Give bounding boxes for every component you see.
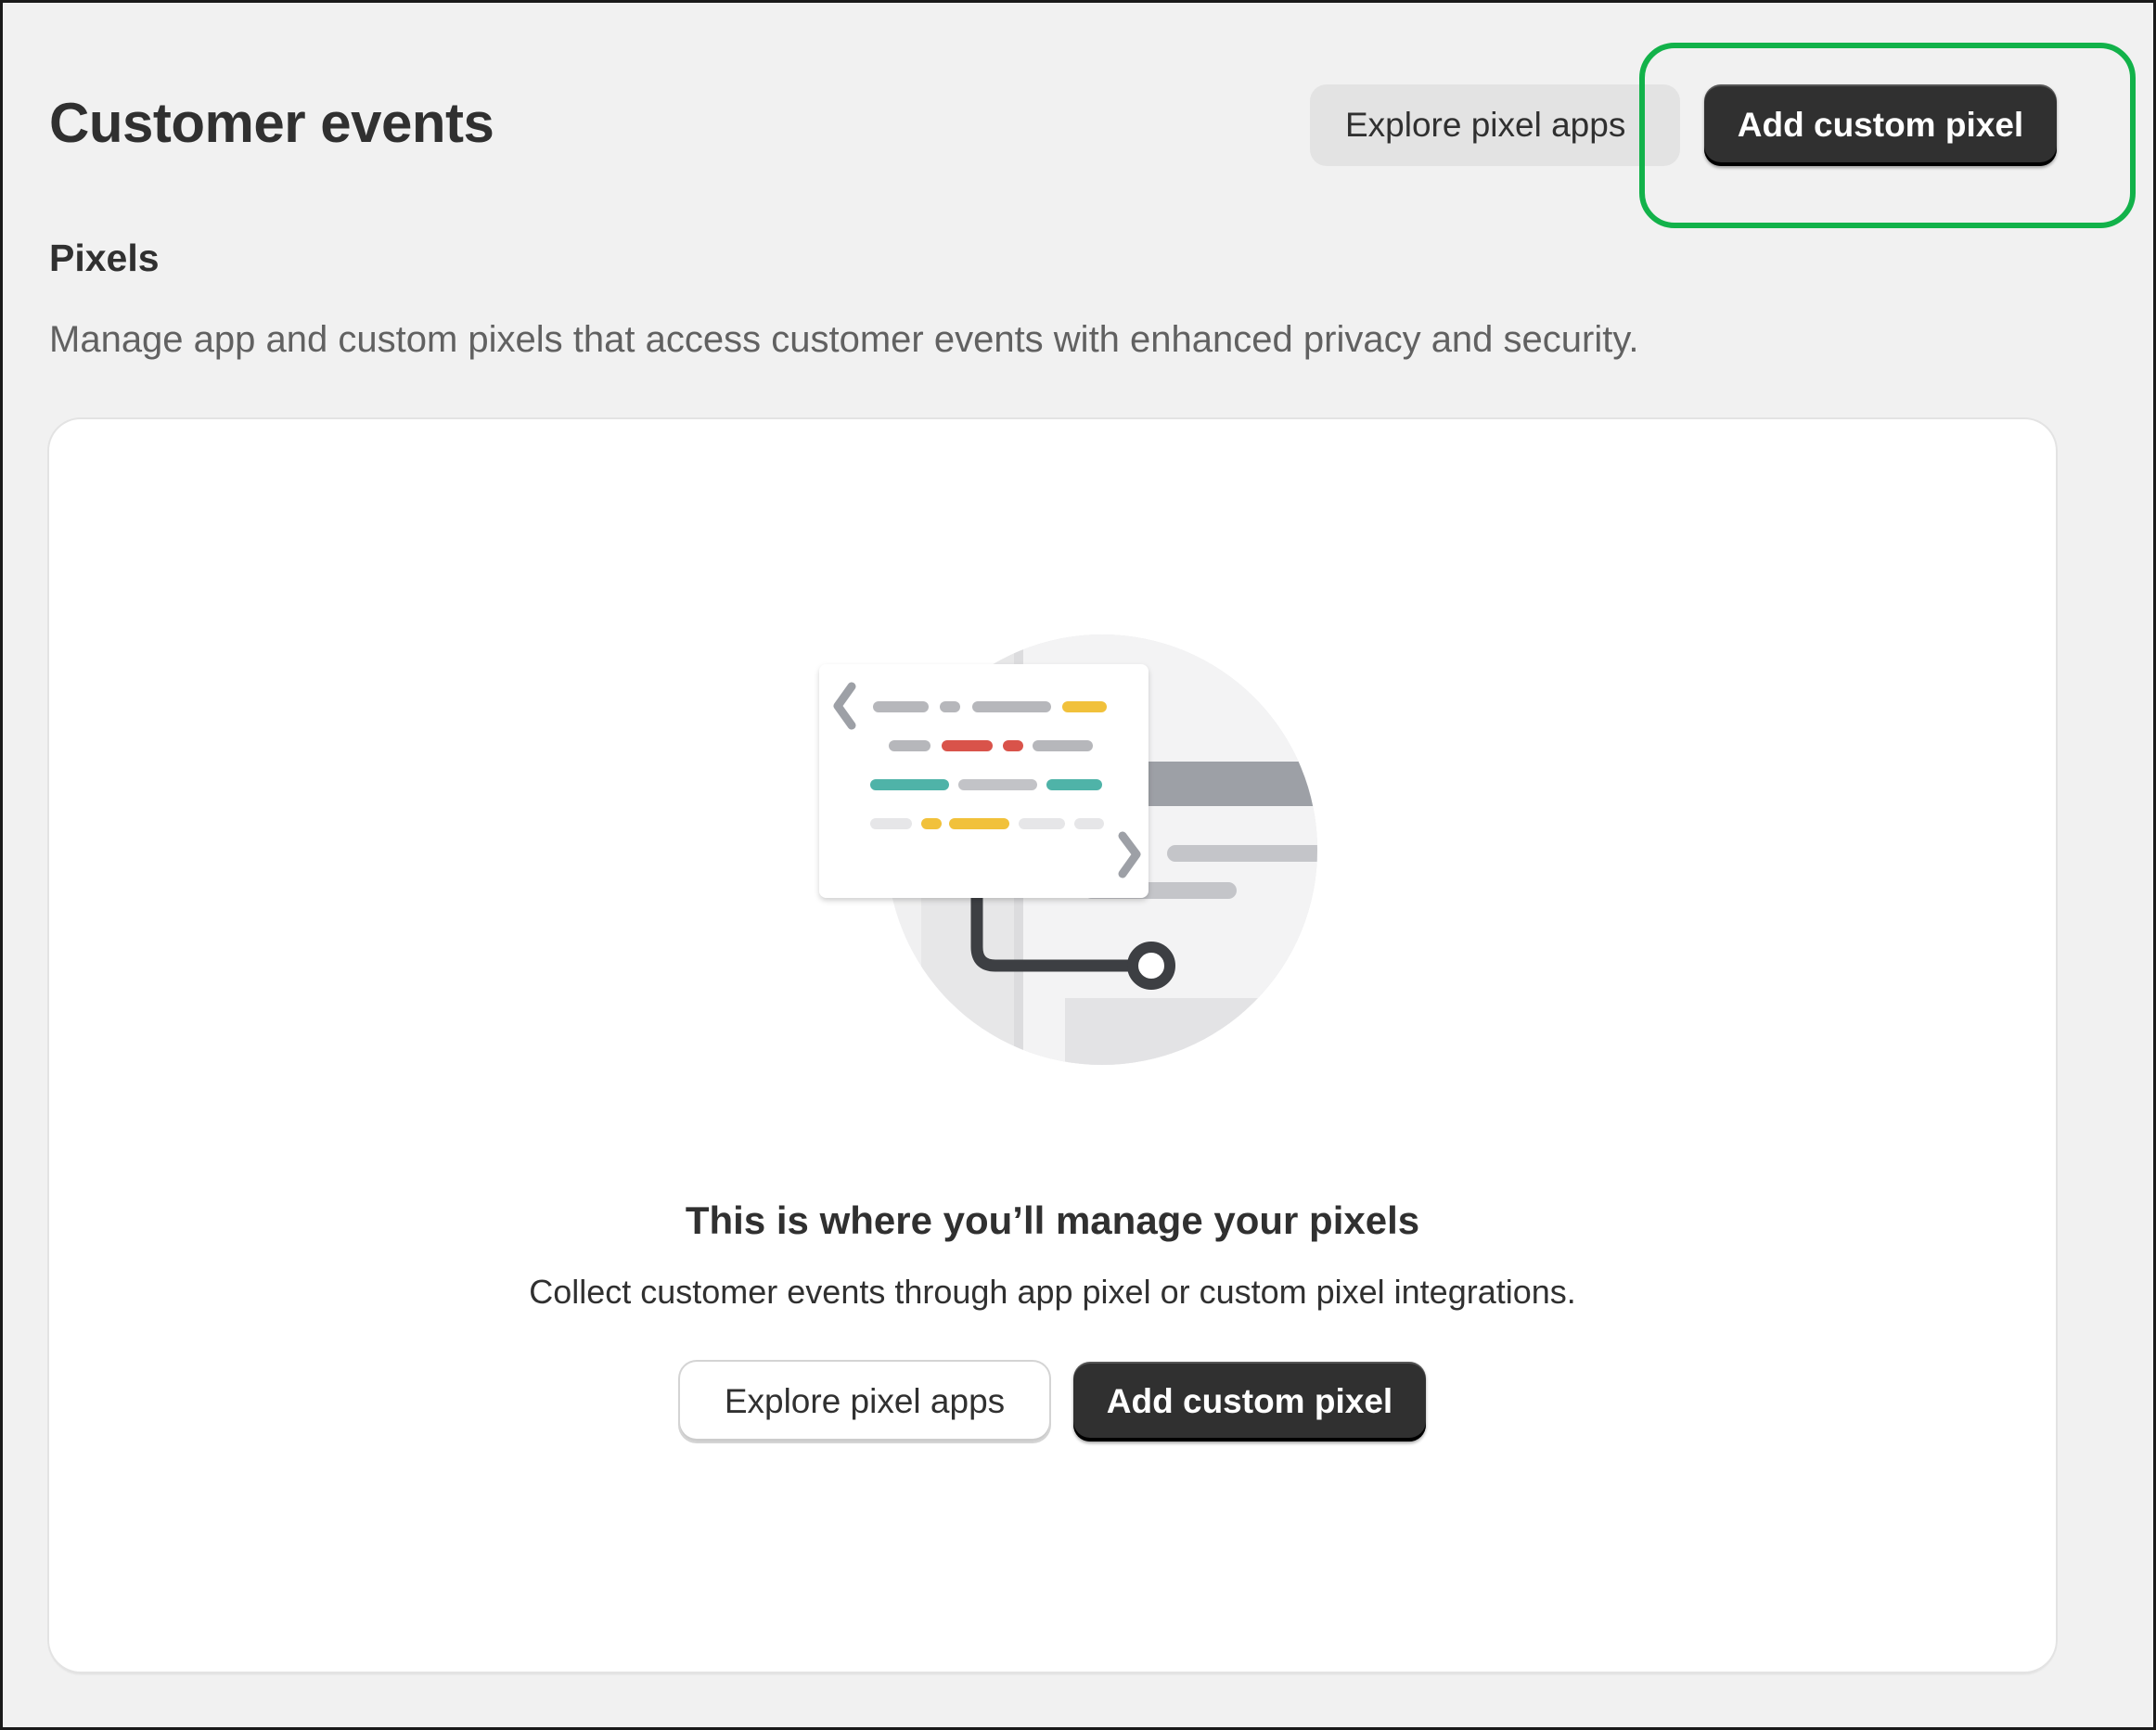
empty-state-description: Collect customer events through app pixe… xyxy=(529,1273,1576,1311)
explore-pixel-apps-button[interactable]: Explore pixel apps xyxy=(1310,84,1680,166)
empty-state-explore-pixel-apps-button[interactable]: Explore pixel apps xyxy=(680,1362,1049,1442)
code-pixel-illustration-icon: g xyxy=(819,634,1317,1065)
empty-state-add-custom-pixel-button[interactable]: Add custom pixel xyxy=(1073,1362,1426,1442)
section-title: Pixels xyxy=(49,237,160,279)
highlight-annotation xyxy=(1639,43,2136,228)
page-title: Customer events xyxy=(49,92,494,154)
section-description: Manage app and custom pixels that access… xyxy=(49,319,1639,360)
pixels-empty-state-card: g This is where you’ll manage your pixel… xyxy=(49,419,2056,1672)
empty-state-title: This is where you’ll manage your pixels xyxy=(685,1198,1420,1242)
